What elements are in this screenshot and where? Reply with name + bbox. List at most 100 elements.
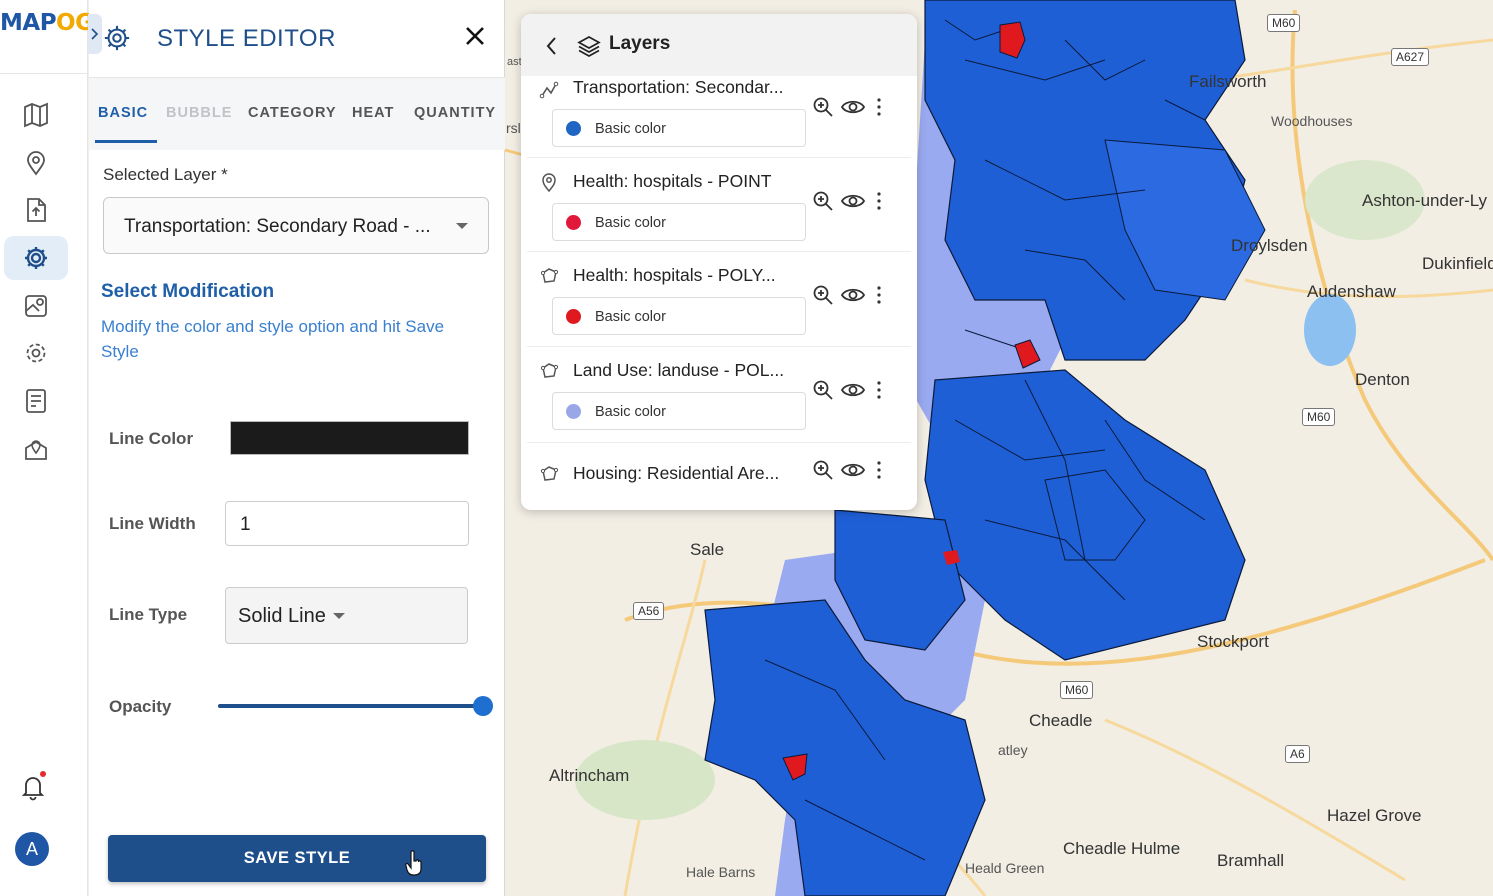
map-label-ashton: Ashton-under-Ly [1362,191,1488,210]
line-color-picker[interactable] [230,421,469,455]
eye-icon[interactable] [841,284,865,306]
map-label-woodhouses: Woodhouses [1271,113,1353,129]
color-dot [566,215,581,230]
sidebar-item-location[interactable] [4,141,68,185]
road-shield: A627 [1391,48,1430,66]
polygon-icon [540,466,559,481]
map-label-dukinfield: Dukinfield [1422,254,1493,273]
back-arrow-icon[interactable] [545,36,559,56]
close-icon[interactable] [461,22,489,50]
sidebar-item-analysis[interactable] [4,284,68,328]
selected-layer-label: Selected Layer * [103,165,228,184]
map-label-partial-ast: ast [507,56,522,68]
sidebar-item-share[interactable] [4,427,68,471]
line-type-select[interactable]: Solid Line [225,587,468,644]
zoom-in-icon[interactable] [812,459,834,481]
tab-basic[interactable]: BASIC [98,105,148,121]
left-navigation-rail: MAPOG A [0,0,94,896]
map-label-partial-atley: atley [998,742,1028,758]
point-icon [542,173,556,192]
tab-quantity[interactable]: QUANTITY [414,105,496,121]
layers-icon [577,36,601,57]
layer-color-chip[interactable]: Basic color [552,203,806,241]
mapog-logo[interactable]: MAPOG [0,0,94,74]
line-width-input[interactable]: 1 [225,501,469,546]
tab-category[interactable]: CATEGORY [248,105,337,121]
expand-panel-toggle[interactable] [88,14,102,54]
layers-header: Layers [521,14,917,76]
eye-icon[interactable] [841,190,865,212]
more-vertical-icon[interactable] [875,379,883,401]
opacity-slider-thumb[interactable] [473,696,493,716]
layer-item[interactable]: Transportation: Secondar... Basic color [527,76,911,158]
style-editor-panel: STYLE EDITOR BASIC BUBBLE CATEGORY HEAT … [89,0,505,896]
avatar[interactable]: A [15,832,49,866]
layer-name: Land Use: landuse - POL... [573,360,785,380]
sidebar-item-settings[interactable] [4,331,68,375]
road-shield: A56 [633,602,665,620]
layer-item[interactable]: Health: hospitals - POLY... Basic color [527,252,911,347]
color-dot [566,404,581,419]
map-label-altrincham: Altrincham [549,766,630,785]
sidebar-item-style-editor[interactable] [4,236,68,280]
map-label-hazel-grove: Hazel Grove [1327,806,1422,825]
sidebar-item-reports[interactable] [4,379,68,423]
selected-layer-select[interactable]: Transportation: Secondary Road - ... [103,197,489,254]
map-label-hale-barns: Hale Barns [686,864,756,880]
zoom-in-icon[interactable] [812,96,834,118]
more-vertical-icon[interactable] [875,190,883,212]
map-label-cheadle: Cheadle [1029,711,1093,730]
eye-icon[interactable] [841,379,865,401]
sidebar-item-map[interactable] [4,93,68,137]
layer-color-chip[interactable]: Basic color [552,109,806,147]
more-vertical-icon[interactable] [875,96,883,118]
settings-icon [26,343,46,363]
eye-icon[interactable] [841,459,865,481]
color-chip-label: Basic color [595,404,666,420]
polygon-icon [540,363,559,378]
color-dot [566,121,581,136]
layer-color-chip[interactable]: Basic color [552,297,806,335]
panel-title: STYLE EDITOR [157,25,336,52]
line-type-label: Line Type [109,605,188,624]
line-type-value: Solid Line [238,605,326,627]
save-style-button[interactable]: SAVE STYLE [108,835,486,882]
chevron-down-icon [333,613,345,619]
zoom-in-icon[interactable] [812,284,834,306]
map-label-sale: Sale [690,540,725,559]
layer-item[interactable]: Health: hospitals - POINT Basic color [527,158,911,252]
layers-title: Layers [609,33,671,54]
layer-color-chip[interactable]: Basic color [552,392,806,430]
share-map-icon [25,440,47,460]
tab-bubble: BUBBLE [166,105,233,121]
tab-heat[interactable]: HEAT [352,105,394,121]
sidebar-item-upload[interactable] [4,188,68,232]
style-editor-header: STYLE EDITOR [89,0,505,78]
more-vertical-icon[interactable] [875,284,883,306]
line-color-label: Line Color [109,429,194,448]
color-chip-label: Basic color [595,309,666,325]
upload-file-icon [27,198,46,222]
layer-name: Health: hospitals - POLY... [573,265,776,285]
map-label-partial-rsl: rsl [506,120,521,136]
map-label-heald-green: Heald Green [965,860,1045,876]
analysis-map-icon [25,295,47,317]
report-icon [26,389,46,413]
zoom-in-icon[interactable] [812,190,834,212]
opacity-slider-track[interactable] [218,704,483,708]
chevron-right-icon [91,28,99,40]
map-label-failsworth: Failsworth [1189,72,1267,91]
layer-name: Transportation: Secondar... [573,77,784,97]
eye-icon[interactable] [841,96,865,118]
more-vertical-icon[interactable] [875,459,883,481]
layer-item[interactable]: Housing: Residential Are... [527,443,911,510]
map-label-stockport: Stockport [1197,632,1269,651]
road-shield: A6 [1285,745,1310,763]
road-shield: M60 [1060,681,1094,699]
layer-item[interactable]: Land Use: landuse - POL... Basic color [527,347,911,443]
polygon-icon [540,268,559,283]
zoom-in-icon[interactable] [812,379,834,401]
color-chip-label: Basic color [595,215,666,231]
selected-layer-value: Transportation: Secondary Road - ... [124,216,431,237]
color-chip-label: Basic color [595,121,666,137]
